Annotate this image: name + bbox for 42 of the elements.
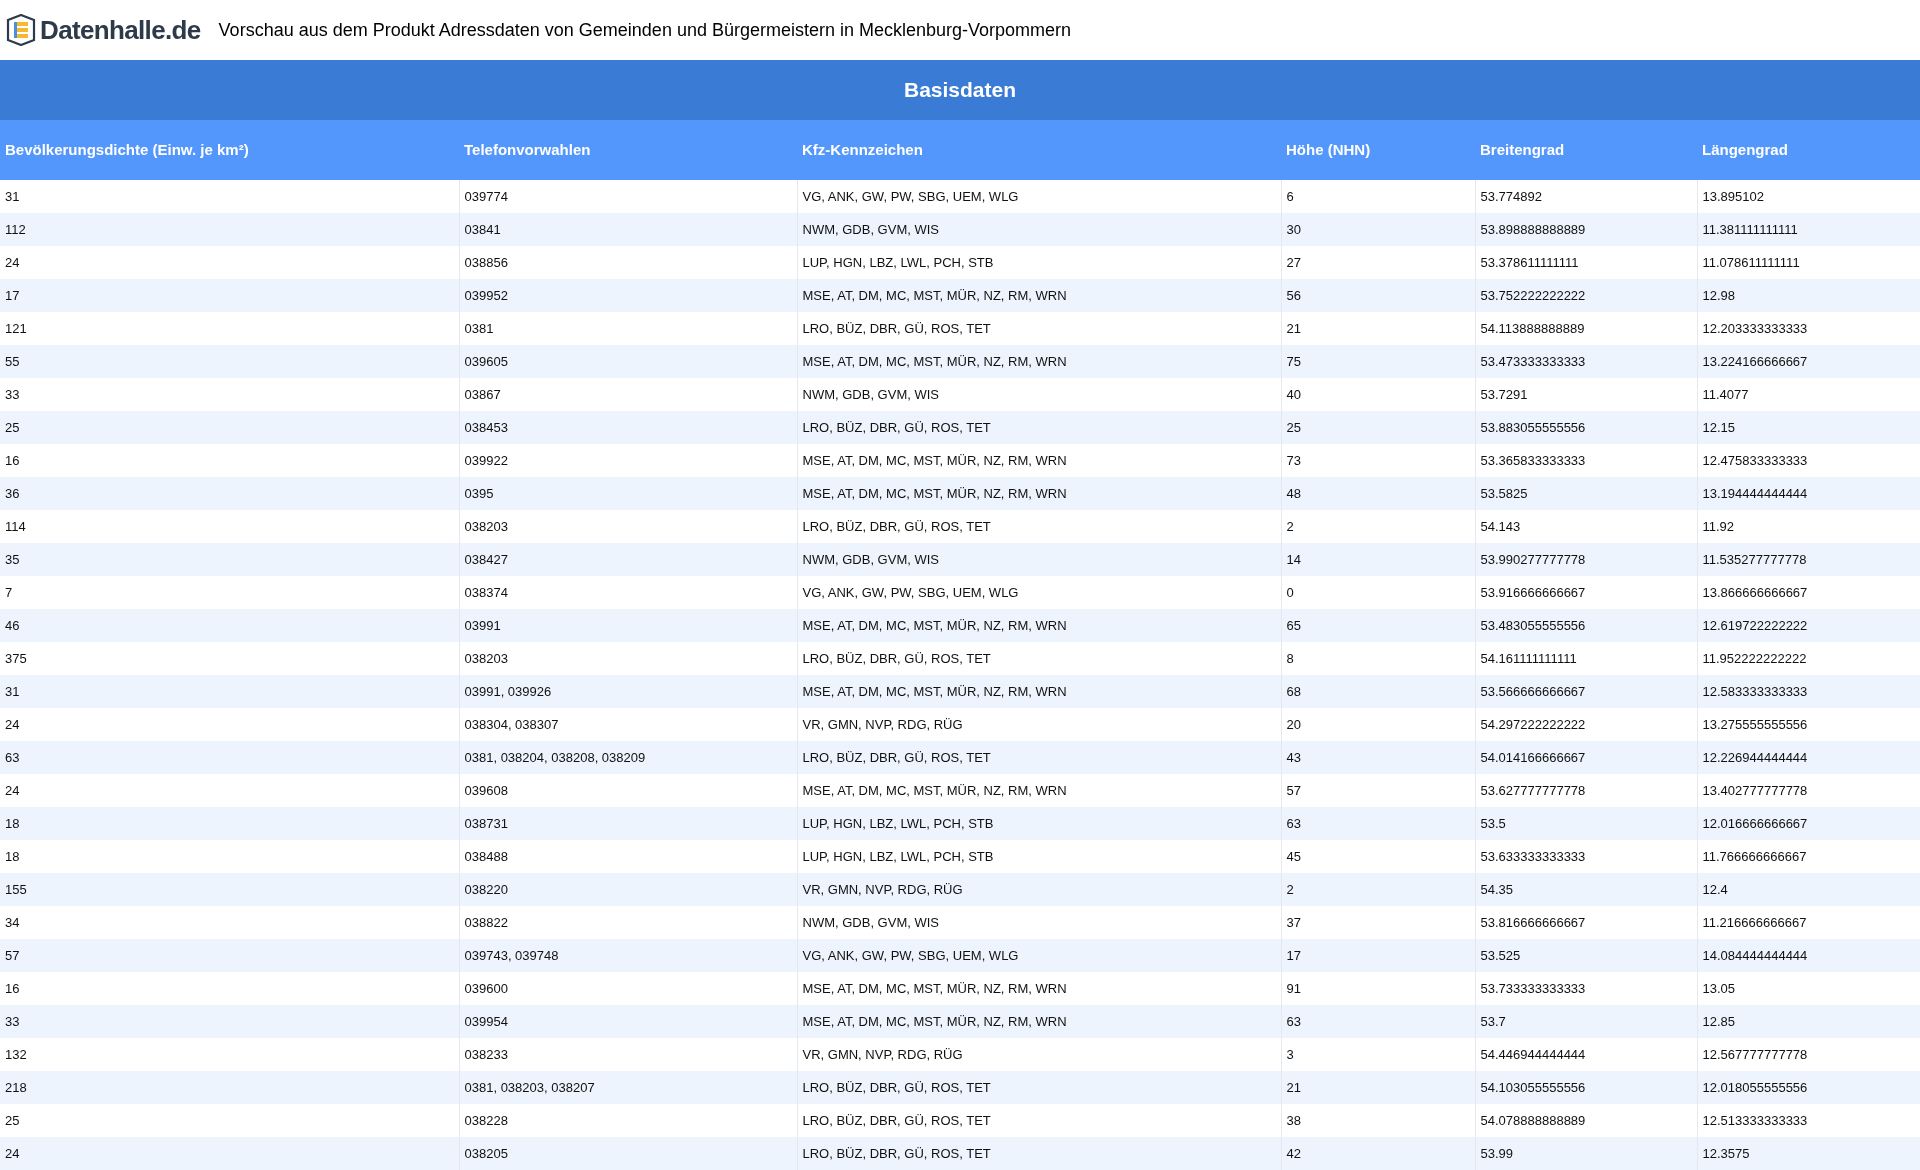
column-header: Bevölkerungsdichte (Einw. je km²): [0, 120, 459, 180]
table-cell: 16: [0, 972, 459, 1005]
column-header: Längengrad: [1697, 120, 1920, 180]
table-cell: 33: [0, 378, 459, 411]
table-cell: 36: [0, 477, 459, 510]
table-cell: 42: [1281, 1137, 1475, 1170]
section-header: Basisdaten: [0, 60, 1920, 120]
table-cell: 375: [0, 642, 459, 675]
table-cell: 18: [0, 840, 459, 873]
table-cell: 34: [0, 906, 459, 939]
table-cell: 63: [0, 741, 459, 774]
table-cell: 31: [0, 675, 459, 708]
column-header: Telefonvorwahlen: [459, 120, 797, 180]
table-cell: 155: [0, 873, 459, 906]
table-cell: 31: [0, 180, 459, 213]
table-cell: 25: [0, 411, 459, 444]
table-cell: 132: [0, 1038, 459, 1071]
table-cell: 16: [0, 444, 459, 477]
logo-text[interactable]: Datenhalle.de: [40, 10, 201, 50]
table-cell: 218: [0, 1071, 459, 1104]
table-cell: 24: [0, 708, 459, 741]
table-cell: 24: [0, 246, 459, 279]
table-cell: LRO, BÜZ, DBR, GÜ, ROS, TET: [797, 1137, 1281, 1170]
table-cell: 18: [0, 807, 459, 840]
table-cell: 53.99: [1475, 1137, 1697, 1170]
table-cell: 114: [0, 510, 459, 543]
column-header: Breitengrad: [1475, 120, 1697, 180]
table-cell: 46: [0, 609, 459, 642]
table-cell: 12.3575: [1697, 1137, 1920, 1170]
table-cell: 121: [0, 312, 459, 345]
table-cell: 7: [0, 576, 459, 609]
table-cell: 24: [0, 1137, 459, 1170]
table-cell: 55: [0, 345, 459, 378]
table-cell: 24: [0, 774, 459, 807]
page-title: Vorschau aus dem Produkt Adressdaten von Gemeinden und Bürgermeistern in Mecklenburg-Vorpommern: [218, 18, 1072, 42]
column-header: Kfz-Kennzeichen: [797, 120, 1281, 180]
table-cell: 57: [0, 939, 459, 972]
column-header: Höhe (NHN): [1281, 120, 1475, 180]
table-cell: 25: [0, 1104, 459, 1137]
table-cell: 038205: [459, 1137, 797, 1170]
table-cell: 35: [0, 543, 459, 576]
table-cell: 33: [0, 1005, 459, 1038]
